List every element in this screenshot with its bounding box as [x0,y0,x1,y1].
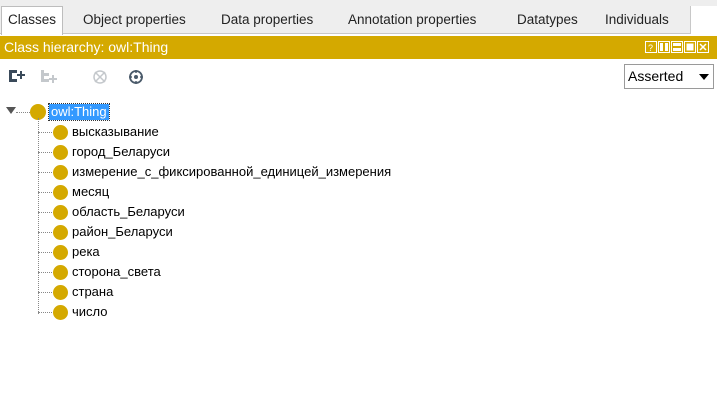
view-header: Class hierarchy: owl:Thing ? [0,36,717,59]
tree-connector [38,232,54,233]
tab-classes[interactable]: Classes [1,6,64,35]
tree-connector [38,272,54,273]
tab-strip-filler [690,6,717,34]
minimize-icon[interactable] [671,41,683,53]
class-icon [53,125,68,140]
class-icon [53,245,68,260]
add-subclass-icon[interactable] [7,67,27,87]
class-icon [53,205,68,220]
tree-connector [16,112,30,113]
tab-annotation-properties[interactable]: Annotation properties [342,7,482,34]
class-icon [53,145,68,160]
tree-connector [38,172,54,173]
class-label[interactable]: число [72,304,108,320]
hierarchy-mode-value: Asserted [628,68,684,84]
view-window-buttons: ? [645,41,709,54]
tab-bar: Classes Object properties Data propertie… [0,0,717,35]
class-label[interactable]: месяц [72,184,109,200]
hierarchy-mode-select[interactable]: Asserted [624,64,714,89]
tab-data-properties[interactable]: Data properties [215,7,319,34]
class-label[interactable]: сторона_света [72,264,161,280]
find-usage-icon[interactable] [126,67,146,87]
class-label[interactable]: район_Беларуси [72,224,173,240]
help-icon[interactable]: ? [645,41,657,53]
class-icon [53,305,68,320]
class-label[interactable]: город_Беларуси [72,144,170,160]
tree-connector [38,132,54,133]
svg-text:?: ? [648,43,653,52]
class-icon [53,265,68,280]
class-icon [53,225,68,240]
tab-individuals[interactable]: Individuals [599,7,675,34]
tree-connector [38,152,54,153]
class-icon [53,185,68,200]
tree-connector [38,292,54,293]
class-hierarchy-tree: owl:Thing высказывание город_Беларуси из… [0,98,717,405]
restore-icon[interactable] [658,41,670,53]
tree-connector [38,212,54,213]
view-title: Class hierarchy: owl:Thing [4,39,169,55]
tree-connector [38,252,54,253]
class-label[interactable]: река [72,244,100,260]
class-label[interactable]: измерение_с_фиксированной_единицей_измер… [72,164,391,180]
tab-datatypes[interactable]: Datatypes [511,7,584,34]
class-icon [53,285,68,300]
class-label[interactable]: высказывание [72,124,159,140]
tab-object-properties[interactable]: Object properties [77,7,192,34]
maximize-icon[interactable] [684,41,696,53]
chevron-down-icon [699,74,709,80]
collapse-toggle-icon[interactable] [6,107,16,114]
tree-connector [38,312,54,313]
class-label[interactable]: страна [72,284,113,300]
tree-connector [38,192,54,193]
tree-root-label[interactable]: owl:Thing [48,103,110,121]
class-icon [53,165,68,180]
add-sibling-class-icon[interactable] [39,67,59,87]
close-icon[interactable] [697,41,709,53]
class-toolbar [0,60,717,94]
delete-class-icon[interactable] [90,67,110,87]
tree-connector [38,118,39,314]
class-label[interactable]: область_Беларуси [72,204,185,220]
